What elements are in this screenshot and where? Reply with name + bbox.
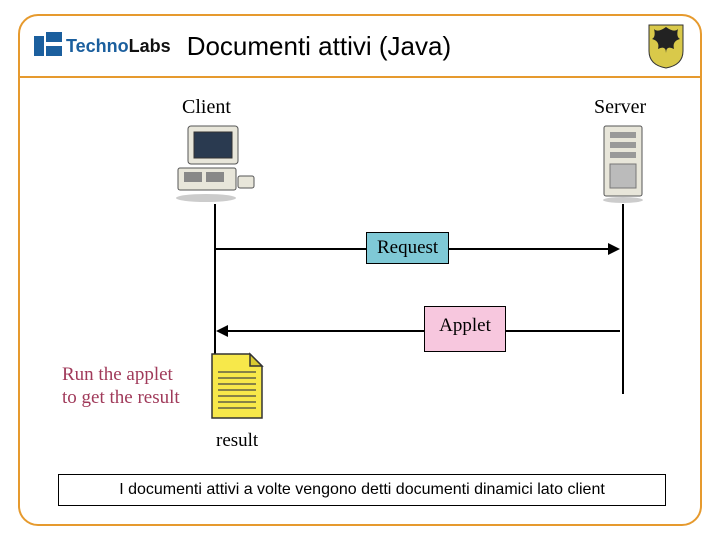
- slide-card: TechnoLabs Documenti attivi (Java) Clien…: [18, 14, 702, 526]
- client-computer-icon: [170, 124, 258, 209]
- server-label: Server: [594, 96, 646, 119]
- result-label: result: [216, 430, 258, 452]
- server-lifeline: [622, 204, 624, 394]
- result-document-icon: [210, 352, 266, 427]
- request-box: Request: [366, 232, 449, 264]
- logo-mark-icon: [34, 32, 62, 60]
- slide-header: TechnoLabs Documenti attivi (Java): [20, 16, 700, 78]
- footer-note: I documenti attivi a volte vengono detti…: [58, 474, 666, 506]
- run-line2: to get the result: [62, 387, 180, 408]
- page-title: Documenti attivi (Java): [187, 31, 630, 62]
- applet-arrow: [226, 330, 620, 332]
- technolabs-logo: TechnoLabs: [34, 32, 171, 60]
- diagram-area: Client Server: [20, 78, 700, 448]
- logo-text: TechnoLabs: [66, 36, 171, 57]
- applet-box: Applet: [424, 306, 506, 352]
- server-tower-icon: [598, 124, 648, 209]
- client-label: Client: [182, 96, 231, 119]
- logo-brand: Techno: [66, 36, 129, 56]
- crest-icon: [646, 23, 686, 69]
- run-applet-label: Run the applet to get the result: [62, 364, 180, 410]
- run-line1: Run the applet: [62, 364, 173, 385]
- logo-suffix: Labs: [129, 36, 171, 56]
